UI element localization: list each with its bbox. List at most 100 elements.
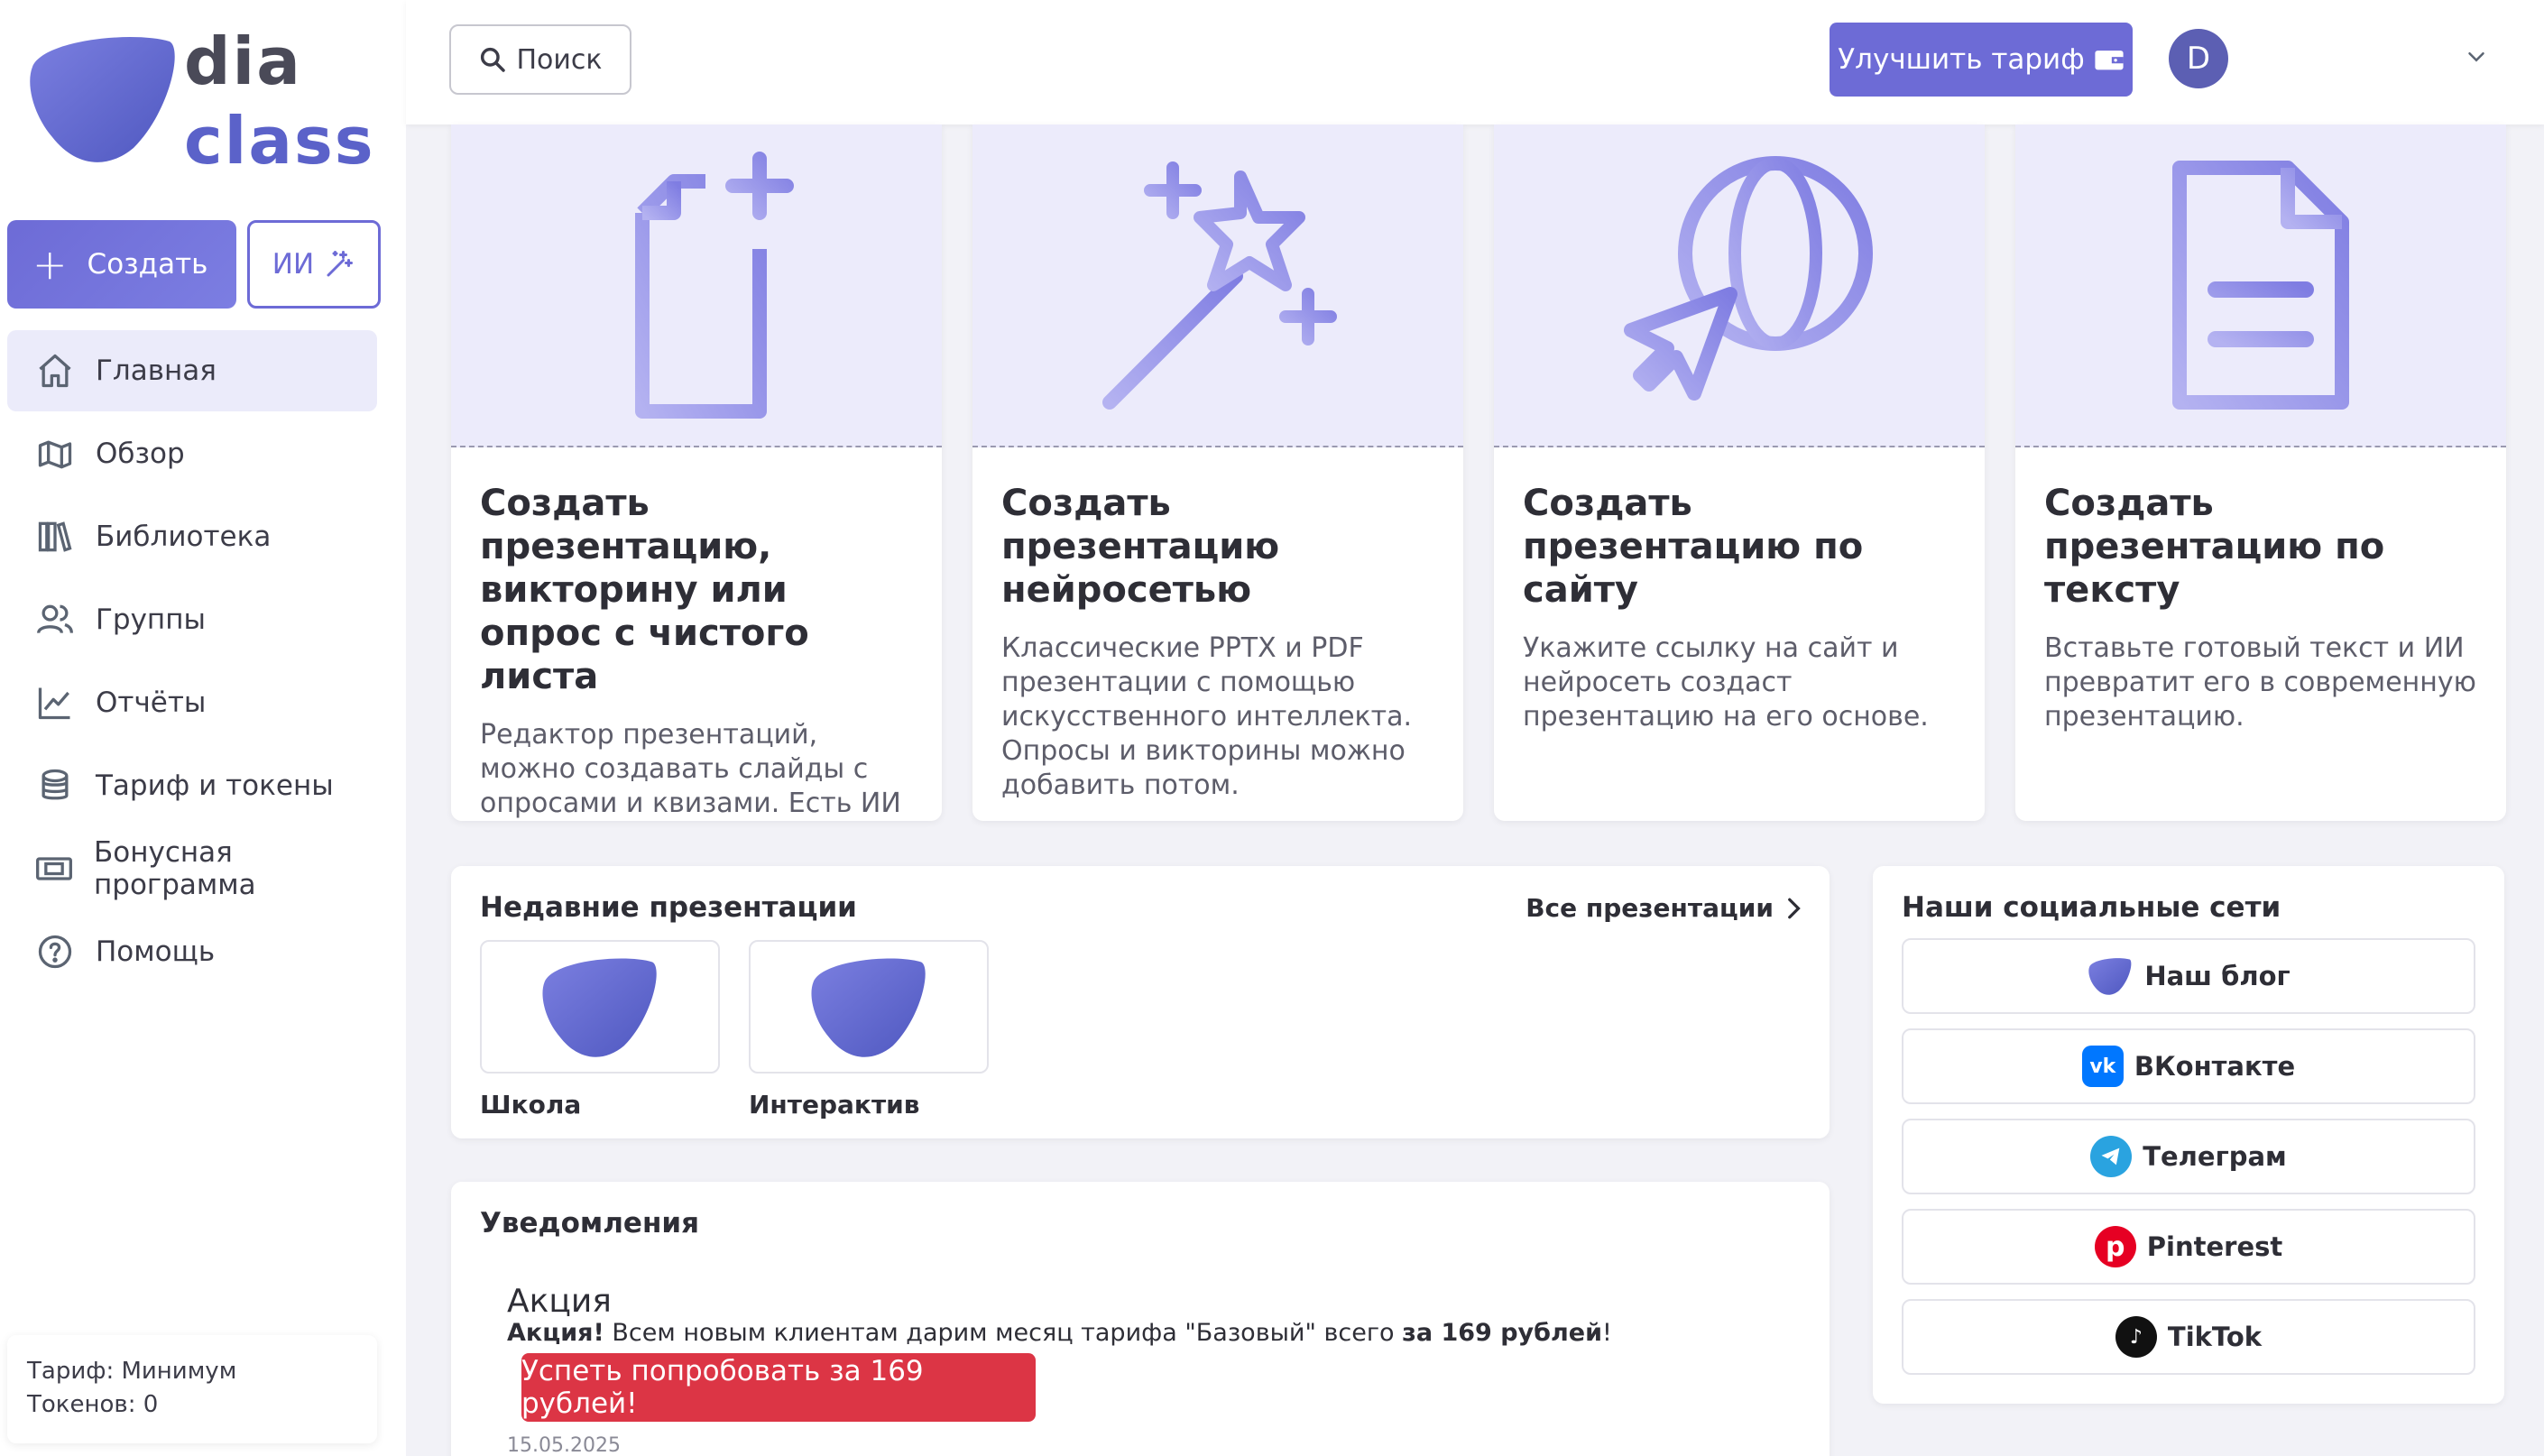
- sidebar-item-label: Группы: [96, 604, 206, 636]
- create-button[interactable]: + Создать: [7, 220, 236, 309]
- map-icon: [34, 433, 76, 475]
- chevron-right-icon: [1788, 898, 1801, 918]
- card-illustration: [1494, 124, 1985, 447]
- wallet-icon: [2095, 51, 2124, 70]
- magic-wand-icon: [327, 251, 354, 277]
- user-avatar[interactable]: D: [2169, 29, 2228, 88]
- social-label: TikTok: [2167, 1322, 2263, 1352]
- card-title: Создать презентацию по тексту: [2044, 483, 2385, 611]
- logo-text-class: class: [184, 103, 375, 179]
- pinterest-icon: p: [2094, 1226, 2136, 1267]
- chevron-down-icon[interactable]: [2463, 43, 2490, 70]
- create-ai-card[interactable]: Создать презентацию нейросетью Классичес…: [972, 124, 1463, 821]
- tariff-status-box[interactable]: Тариф: Минимум Токенов: 0: [7, 1335, 377, 1443]
- social-telegram-button[interactable]: Телеграм: [1902, 1119, 2475, 1194]
- new-document-icon: [635, 152, 794, 419]
- social-label: Наш блог: [2144, 961, 2291, 991]
- books-icon: [34, 516, 76, 558]
- card-description: Редактор презентаций, можно создавать сл…: [480, 719, 901, 819]
- sidebar-item-label: Главная: [96, 355, 217, 387]
- notification-text-main: Всем новым клиентам дарим месяц тарифа "…: [604, 1319, 1403, 1347]
- sidebar-item-label: Бонусная программа: [94, 836, 256, 901]
- notifications-panel: Уведомления Акция Акция! Всем новым клие…: [451, 1182, 1830, 1456]
- card-title: Создать презентацию, викторину или опрос…: [480, 483, 809, 697]
- notifications-title: Уведомления: [480, 1207, 699, 1239]
- telegram-icon: [2090, 1136, 2133, 1177]
- magic-wand-icon: [1102, 161, 1337, 410]
- notification-text-bold: Акция!: [507, 1319, 604, 1347]
- card-illustration: [451, 124, 942, 447]
- sidebar-item-reports[interactable]: Отчёты: [7, 662, 377, 743]
- upgrade-plan-button[interactable]: Улучшить тариф: [1830, 23, 2133, 97]
- notification-price: за 169 рублей: [1402, 1319, 1602, 1347]
- recent-presentations-panel: Недавние презентации Все презентации Шко…: [451, 866, 1830, 1138]
- social-label: Pinterest: [2146, 1231, 2283, 1262]
- search-button[interactable]: Поиск: [449, 24, 631, 95]
- card-illustration: [972, 124, 1463, 447]
- social-tiktok-button[interactable]: ♪ TikTok: [1902, 1299, 2475, 1375]
- logo-blob-icon: [542, 958, 657, 1057]
- card-illustration: [2015, 124, 2506, 447]
- coins-icon: [34, 765, 76, 806]
- sidebar-item-label: Тариф и токены: [96, 769, 334, 802]
- promo-button[interactable]: Успеть попробовать за 169 рублей!: [521, 1353, 1036, 1422]
- sidebar: dia class + Создать ИИ Главная Обзор Биб…: [0, 0, 406, 1456]
- vk-icon: vk: [2081, 1046, 2124, 1087]
- card-title: Создать презентацию по сайту: [1523, 483, 1864, 611]
- card-description: Вставьте готовый текст и ИИ превратит ег…: [2044, 632, 2476, 733]
- users-icon: [34, 599, 76, 640]
- globe-cursor-icon: [1624, 156, 1873, 401]
- home-icon: [34, 350, 76, 392]
- text-document-icon: [2172, 161, 2349, 410]
- recent-title: Недавние презентации: [480, 891, 857, 924]
- ai-button-label: ИИ: [272, 248, 315, 281]
- sidebar-item-groups[interactable]: Группы: [7, 579, 377, 660]
- sidebar-item-library[interactable]: Библиотека: [7, 496, 377, 577]
- tokens-line: Токенов: 0: [27, 1391, 159, 1418]
- ticket-icon: [34, 848, 74, 889]
- social-vk-button[interactable]: vk ВКонтакте: [1902, 1028, 2475, 1104]
- social-label: Телеграм: [2143, 1141, 2287, 1172]
- sidebar-item-label: Обзор: [96, 438, 185, 470]
- social-title: Наши социальные сети: [1902, 891, 2281, 924]
- card-description: Укажите ссылку на сайт и нейросеть созда…: [1523, 632, 1929, 733]
- ai-button[interactable]: ИИ: [247, 220, 381, 309]
- presentation-title[interactable]: Интерактив: [749, 1090, 920, 1120]
- social-blog-button[interactable]: Наш блог: [1902, 938, 2475, 1014]
- sidebar-item-tariff[interactable]: Тариф и токены: [7, 745, 377, 826]
- presentation-title[interactable]: Школа: [480, 1090, 581, 1120]
- diaclass-icon: [2088, 958, 2132, 995]
- tiktok-icon: ♪: [2115, 1316, 2157, 1358]
- presentation-thumbnail[interactable]: [749, 940, 989, 1074]
- help-icon: [34, 931, 76, 972]
- all-presentations-link[interactable]: Все презентации: [1525, 893, 1802, 923]
- logo-blob-icon: [811, 958, 926, 1057]
- diaclass-logo[interactable]: dia class: [22, 20, 373, 173]
- create-button-label: Создать: [87, 248, 208, 281]
- search-button-label: Поиск: [516, 43, 603, 76]
- notification-date: 15.05.2025: [507, 1434, 621, 1456]
- sidebar-item-overview[interactable]: Обзор: [7, 413, 377, 494]
- card-description: Классические PPTX и PDF презентации с по…: [1001, 632, 1413, 801]
- card-title: Создать презентацию нейросетью: [1001, 483, 1280, 611]
- social-pinterest-button[interactable]: p Pinterest: [1902, 1209, 2475, 1285]
- notification-text-end: !: [1602, 1319, 1612, 1347]
- chart-icon: [34, 682, 76, 723]
- social-networks-panel: Наши социальные сети Наш блог vk ВКонтак…: [1873, 866, 2504, 1404]
- sidebar-item-help[interactable]: Помощь: [7, 911, 377, 992]
- sidebar-item-bonus[interactable]: Бонусная программа: [7, 828, 377, 909]
- tariff-line: Тариф: Минимум: [27, 1358, 237, 1385]
- sidebar-item-home[interactable]: Главная: [7, 330, 377, 411]
- create-blank-card[interactable]: Создать презентацию, викторину или опрос…: [451, 124, 942, 821]
- all-presentations-label: Все презентации: [1525, 893, 1774, 923]
- top-bar: Поиск Улучшить тариф D: [406, 0, 2544, 124]
- notification-title: Акция: [507, 1283, 612, 1320]
- sidebar-item-label: Помощь: [96, 935, 216, 968]
- create-from-text-card[interactable]: Создать презентацию по тексту Вставьте г…: [2015, 124, 2506, 821]
- create-from-site-card[interactable]: Создать презентацию по сайту Укажите ссы…: [1494, 124, 1985, 821]
- search-icon: [481, 47, 506, 72]
- presentation-thumbnail[interactable]: [480, 940, 720, 1074]
- plus-icon: +: [32, 240, 68, 289]
- logo-blob-icon: [30, 37, 175, 162]
- sidebar-nav: Главная Обзор Библиотека Группы Отчёты Т…: [7, 330, 377, 994]
